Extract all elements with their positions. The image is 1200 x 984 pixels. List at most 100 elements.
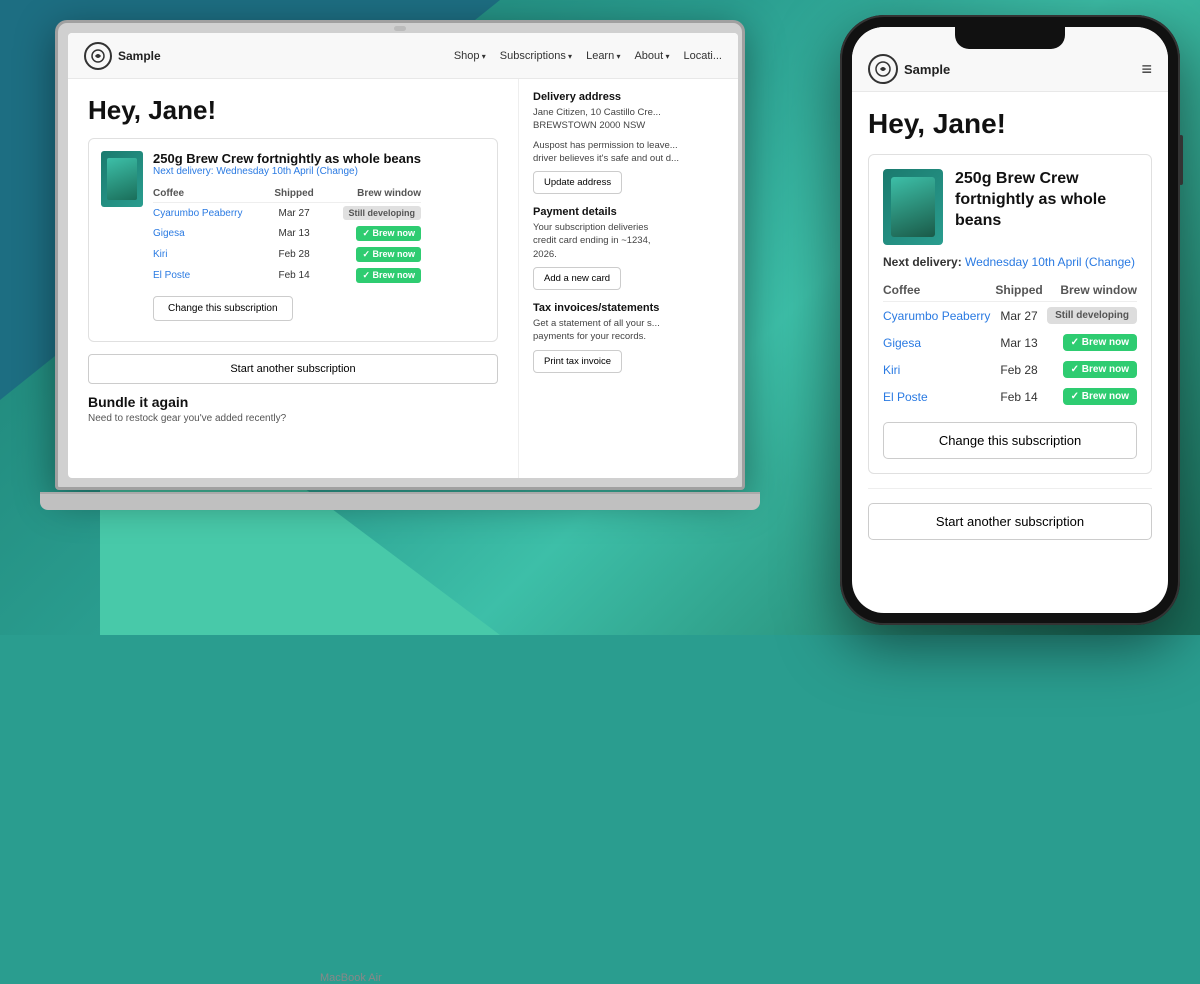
phone-side-button [1179, 135, 1183, 185]
phone-subscription-card: 250g Brew Crew fortnightly as whole bean… [868, 154, 1152, 474]
laptop-nav-items: Shop Subscriptions Learn About Locati... [454, 50, 722, 62]
nav-about[interactable]: About [634, 50, 669, 62]
phone-sub-title: 250g Brew Crew fortnightly as whole bean… [955, 169, 1137, 231]
phone-screen: Sample ≡ Hey, Jane! 250g Brew Crew fortn… [852, 27, 1168, 613]
coffee-table: Coffee Shipped Brew window Cyarumbo Peab… [153, 185, 421, 286]
sub-header: 250g Brew Crew fortnightly as whole bean… [101, 151, 485, 321]
laptop-content: Hey, Jane! 250g Brew Crew fortnightly as… [68, 79, 738, 478]
phone-change-link[interactable]: (Change) [1085, 255, 1135, 269]
brew-status-badge: Brew now [356, 268, 421, 283]
update-address-button[interactable]: Update address [533, 171, 622, 194]
hamburger-menu-icon[interactable]: ≡ [1141, 60, 1152, 78]
laptop-body: Sample Shop Subscriptions Learn About Lo… [55, 20, 745, 490]
phone-notch [955, 27, 1065, 49]
table-row: El Poste Feb 14 Brew now [153, 265, 421, 286]
phone-coffee-status: Still developing [1044, 302, 1137, 330]
laptop-model-label: MacBook Air [320, 972, 382, 984]
sidebar-tax-text: Get a statement of all your s...payments… [533, 317, 724, 344]
table-row: El Poste Feb 14 Brew now [883, 383, 1137, 410]
add-card-button[interactable]: Add a new card [533, 267, 621, 290]
phone-coffee-status: Brew now [1044, 383, 1137, 410]
phone-divider [868, 488, 1152, 489]
phone-coffee-name[interactable]: Gigesa [883, 329, 994, 356]
print-invoice-button[interactable]: Print tax invoice [533, 350, 622, 373]
phone-logo-icon [868, 54, 898, 84]
phone-logo: Sample [868, 54, 950, 84]
coffee-name[interactable]: Cyarumbo Peaberry [153, 203, 269, 224]
bundle-section: Bundle it again Need to restock gear you… [88, 394, 498, 424]
coffee-shipped: Mar 27 [269, 203, 320, 224]
change-subscription-button[interactable]: Change this subscription [153, 296, 293, 321]
sidebar-tax-title: Tax invoices/statements [533, 302, 724, 314]
brew-status-badge: Brew now [1063, 361, 1137, 378]
coffee-status: Brew now [320, 265, 421, 286]
laptop-camera [394, 26, 406, 31]
brew-status-badge: Brew now [356, 226, 421, 241]
logo-icon [84, 42, 112, 70]
phone-col-brew: Brew window [1044, 279, 1137, 302]
laptop-base: MacBook Air [40, 492, 760, 510]
table-row: Cyarumbo Peaberry Mar 27 Still developin… [153, 203, 421, 224]
sub-next-delivery: Next delivery: Wednesday 10th April (Cha… [153, 166, 421, 177]
bundle-subtitle: Need to restock gear you've added recent… [88, 413, 498, 424]
brew-status-badge: Brew now [356, 247, 421, 262]
phone-coffee-name[interactable]: El Poste [883, 383, 994, 410]
col-brew: Brew window [320, 185, 421, 203]
brew-status-badge: Brew now [1063, 334, 1137, 351]
laptop-device: Sample Shop Subscriptions Learn About Lo… [55, 20, 765, 590]
laptop-nav: Sample Shop Subscriptions Learn About Lo… [68, 33, 738, 79]
coffee-name[interactable]: El Poste [153, 265, 269, 286]
phone-sub-info: 250g Brew Crew fortnightly as whole bean… [955, 169, 1137, 245]
phone-sub-next-delivery: Next delivery: Wednesday 10th April (Cha… [883, 255, 1137, 269]
coffee-status: Brew now [320, 244, 421, 265]
phone-content: Hey, Jane! 250g Brew Crew fortnightly as… [852, 92, 1168, 613]
product-image [101, 151, 143, 207]
coffee-status: Brew now [320, 223, 421, 244]
laptop-logo-text: Sample [118, 49, 161, 63]
coffee-name[interactable]: Kiri [153, 244, 269, 265]
brew-status-badge: Still developing [1047, 307, 1137, 324]
bundle-title: Bundle it again [88, 394, 498, 410]
phone-start-subscription-button[interactable]: Start another subscription [868, 503, 1152, 540]
nav-location[interactable]: Locati... [683, 50, 722, 62]
sidebar-delivery: Delivery address Jane Citizen, 10 Castil… [533, 91, 724, 194]
page-title: Hey, Jane! [88, 95, 498, 126]
sidebar-delivery-address: Jane Citizen, 10 Castillo Cre...BREWSTOW… [533, 106, 724, 133]
phone-coffee-shipped: Mar 13 [994, 329, 1043, 356]
product-img-inner [107, 158, 137, 200]
sub-info: 250g Brew Crew fortnightly as whole bean… [153, 151, 421, 321]
sidebar-payment-title: Payment details [533, 206, 724, 218]
phone-change-subscription-button[interactable]: Change this subscription [883, 422, 1137, 459]
col-coffee: Coffee [153, 185, 269, 203]
phone-col-coffee: Coffee [883, 279, 994, 302]
coffee-shipped: Feb 28 [269, 244, 320, 265]
phone-coffee-table: Coffee Shipped Brew window Cyarumbo Peab… [883, 279, 1137, 410]
phone-coffee-shipped: Mar 27 [994, 302, 1043, 330]
phone-device: Sample ≡ Hey, Jane! 250g Brew Crew fortn… [840, 15, 1180, 625]
coffee-shipped: Feb 14 [269, 265, 320, 286]
phone-coffee-name[interactable]: Cyarumbo Peaberry [883, 302, 994, 330]
phone-coffee-shipped: Feb 14 [994, 383, 1043, 410]
phone-product-img-inner [891, 177, 935, 237]
change-link[interactable]: (Change) [316, 166, 358, 177]
sub-title: 250g Brew Crew fortnightly as whole bean… [153, 151, 421, 166]
nav-learn[interactable]: Learn [586, 50, 620, 62]
sidebar-delivery-note: Auspost has permission to leave...driver… [533, 139, 724, 166]
brew-status-badge: Still developing [343, 206, 422, 220]
laptop-logo: Sample [84, 42, 161, 70]
laptop-sidebar: Delivery address Jane Citizen, 10 Castil… [518, 79, 738, 478]
coffee-name[interactable]: Gigesa [153, 223, 269, 244]
nav-shop[interactable]: Shop [454, 50, 486, 62]
nav-subscriptions[interactable]: Subscriptions [500, 50, 572, 62]
table-row: Gigesa Mar 13 Brew now [883, 329, 1137, 356]
phone-coffee-name[interactable]: Kiri [883, 356, 994, 383]
phone-logo-text: Sample [904, 62, 950, 77]
phone-sub-header: 250g Brew Crew fortnightly as whole bean… [883, 169, 1137, 245]
start-subscription-button[interactable]: Start another subscription [88, 354, 498, 384]
table-row: Kiri Feb 28 Brew now [883, 356, 1137, 383]
table-row: Kiri Feb 28 Brew now [153, 244, 421, 265]
phone-col-shipped: Shipped [994, 279, 1043, 302]
laptop-screen: Sample Shop Subscriptions Learn About Lo… [68, 33, 738, 478]
sidebar-payment: Payment details Your subscription delive… [533, 206, 724, 290]
phone-coffee-shipped: Feb 28 [994, 356, 1043, 383]
